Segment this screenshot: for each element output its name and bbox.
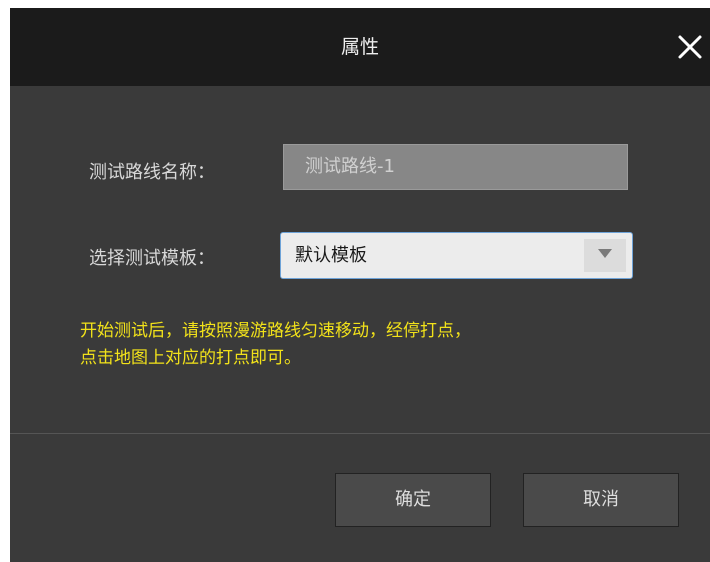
route-name-label: 测试路线名称： <box>89 162 215 183</box>
triangle-down-icon <box>584 249 626 259</box>
template-label: 选择测试模板： <box>89 248 215 269</box>
hint-line-2: 点击地图上对应的打点即可。 <box>80 348 301 368</box>
dropdown-button[interactable] <box>584 239 626 272</box>
close-button[interactable] <box>670 27 710 67</box>
dialog-title: 属性 <box>340 36 379 58</box>
route-name-field[interactable]: 测试路线-1 <box>283 144 628 190</box>
template-select[interactable]: 默认模板 <box>280 232 633 279</box>
footer-divider <box>10 433 710 434</box>
title-bar: 属性 <box>10 8 710 86</box>
properties-dialog: 属性 测试路线名称： 测试路线-1 选择测试模板： 默认模板 开始测试后，请按照… <box>10 8 710 562</box>
hint-line-1: 开始测试后，请按照漫游路线匀速移动，经停打点， <box>80 321 471 341</box>
hint-text: 开始测试后，请按照漫游路线匀速移动，经停打点， 点击地图上对应的打点即可。 <box>80 318 680 372</box>
template-selected-value: 默认模板 <box>295 245 367 266</box>
cancel-button[interactable]: 取消 <box>523 473 679 527</box>
ok-button[interactable]: 确定 <box>335 473 491 527</box>
close-icon <box>670 27 710 67</box>
